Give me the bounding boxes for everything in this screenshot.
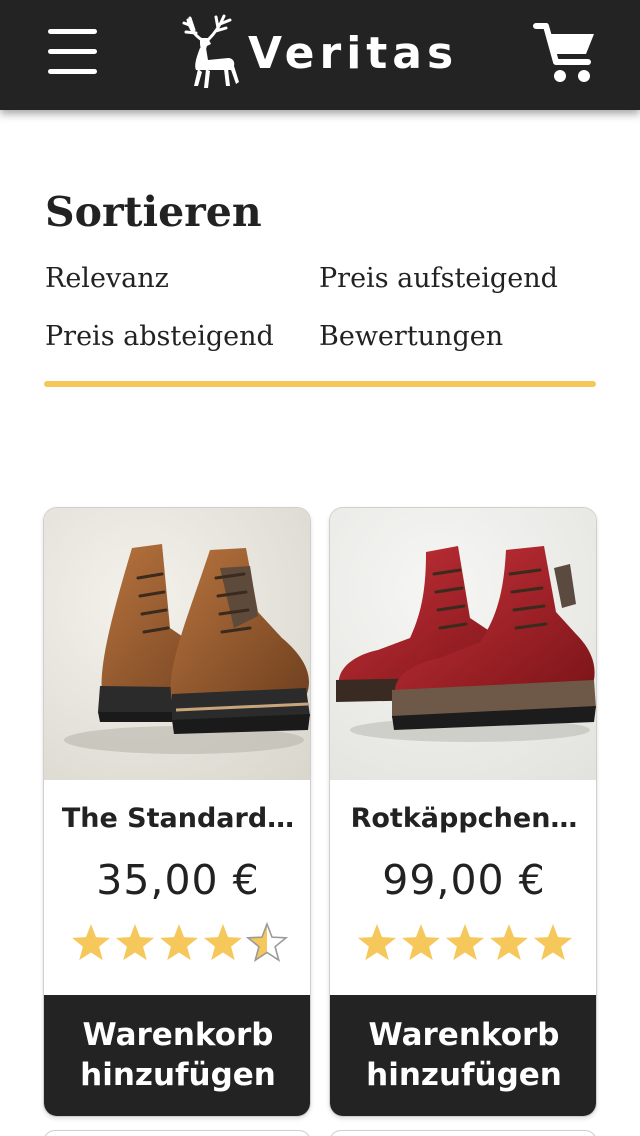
star-icon-filled (159, 924, 199, 961)
product-card-partial[interactable] (43, 1130, 311, 1136)
sort-option-price-ascending[interactable]: Preis aufsteigend (319, 261, 558, 297)
sort-option-relevance[interactable]: Relevanz (45, 261, 169, 297)
product-card[interactable]: The Standard… 35,00 € Warenkorb hinzufüg… (43, 507, 311, 1117)
top-navigation-bar: Veritas (0, 0, 640, 110)
add-to-cart-button[interactable]: Warenkorb hinzufügen (44, 995, 310, 1116)
product-price: 99,00 € (382, 856, 546, 904)
deer-icon (182, 14, 239, 88)
sort-divider (44, 381, 596, 387)
sort-option-ratings[interactable]: Bewertungen (319, 319, 503, 355)
star-icon-filled (533, 924, 573, 961)
add-to-cart-label-line1: Warenkorb (368, 1017, 560, 1053)
add-to-cart-label-line2: hinzufügen (80, 1057, 276, 1093)
star-icon-filled (445, 924, 485, 961)
star-icon-filled (357, 924, 397, 961)
product-name[interactable]: Rotkäppchen… (340, 800, 588, 838)
shopping-cart-icon[interactable] (530, 18, 600, 88)
star-icon-filled (203, 924, 243, 961)
sort-title: Sortieren (45, 188, 262, 236)
brand-name: Veritas (248, 28, 459, 79)
add-to-cart-label-line1: Warenkorb (82, 1017, 274, 1053)
sort-option-price-descending[interactable]: Preis absteigend (45, 319, 274, 355)
add-to-cart-button[interactable]: Warenkorb hinzufügen (330, 995, 596, 1116)
star-icon-filled (115, 924, 155, 961)
product-card-partial[interactable] (329, 1130, 597, 1136)
product-price: 35,00 € (96, 856, 260, 904)
product-name[interactable]: The Standard… (54, 800, 302, 838)
star-icon-filled (401, 924, 441, 961)
product-card[interactable]: Rotkäppchen… 99,00 € Warenkorb hinzufüge… (329, 507, 597, 1117)
hamburger-menu-icon[interactable] (36, 16, 112, 86)
rating-stars (357, 924, 573, 961)
brand-logo[interactable]: Veritas (180, 14, 470, 90)
star-icon-filled (71, 924, 111, 961)
product-image-red-boots[interactable] (330, 508, 597, 780)
rating-stars (71, 922, 289, 962)
star-icon-filled (489, 924, 529, 961)
add-to-cart-label-line2: hinzufügen (366, 1057, 562, 1093)
product-image-brown-boots[interactable] (44, 508, 311, 780)
